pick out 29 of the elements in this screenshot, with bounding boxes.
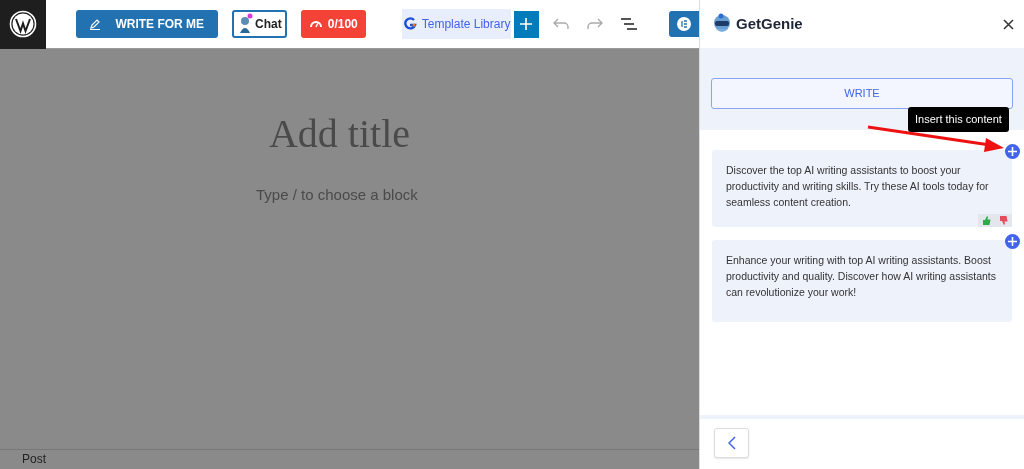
close-icon[interactable] bbox=[1003, 18, 1014, 30]
insert-icon[interactable] bbox=[1005, 144, 1020, 159]
plus-icon bbox=[520, 18, 533, 30]
template-logo-icon bbox=[402, 17, 417, 31]
write-button[interactable]: WRITE bbox=[711, 78, 1013, 109]
insert-icon[interactable] bbox=[1005, 234, 1020, 249]
elementor-button[interactable] bbox=[668, 11, 699, 37]
gauge-icon bbox=[309, 20, 322, 28]
genie-icon bbox=[237, 13, 253, 35]
tooltip: Insert this content bbox=[908, 107, 1009, 132]
result-text: Enhance your writing with top AI writing assistants. Boost productivity and quality. Discover how AI writing assistants can revolutionize your work! bbox=[726, 253, 997, 300]
chevron-left-icon bbox=[727, 436, 736, 450]
genie-logo-icon bbox=[712, 13, 732, 35]
score-button[interactable]: 0/100 bbox=[301, 10, 367, 38]
title-placeholder[interactable]: Add title bbox=[268, 104, 411, 164]
template-library-button[interactable]: Template Library bbox=[402, 9, 511, 39]
brand-name: GetGenie bbox=[736, 13, 803, 34]
elementor-icon bbox=[676, 17, 691, 31]
add-block-button[interactable] bbox=[513, 10, 539, 38]
write-for-me-button[interactable]: WRITE FOR ME bbox=[75, 10, 218, 38]
thumbs-up-icon[interactable] bbox=[982, 216, 991, 225]
pencil-icon bbox=[89, 18, 102, 30]
breadcrumb-label[interactable]: Post bbox=[22, 452, 46, 466]
block-placeholder[interactable]: Type / to choose a block bbox=[256, 184, 418, 207]
thumbs-down-icon[interactable] bbox=[999, 216, 1008, 225]
chat-button[interactable]: Chat bbox=[231, 10, 288, 38]
result-text: Discover the top AI writing assistants to boost your productivity and writing skills. Try these AI tools today for seamless content creation. bbox=[726, 163, 990, 210]
wordpress-logo[interactable] bbox=[0, 0, 46, 49]
list-view-icon[interactable] bbox=[620, 18, 637, 30]
